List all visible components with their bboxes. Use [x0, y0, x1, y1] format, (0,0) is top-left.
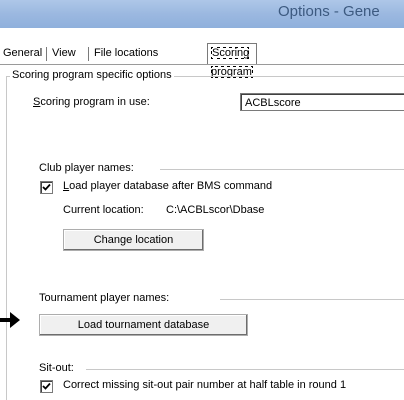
tab-baseline [0, 64, 404, 65]
change-location-button[interactable]: Change location [63, 229, 204, 251]
load-player-database-checkbox[interactable] [40, 181, 53, 194]
tournament-player-names-heading: Tournament player names: [39, 292, 170, 304]
sitout-heading: Sit-out: [39, 362, 74, 374]
scoring-program-field[interactable]: ACBLscore [240, 93, 404, 111]
window-title: Options - Gene [278, 3, 380, 20]
right-arrow-icon [0, 312, 20, 328]
tab-file-locations[interactable]: File locations [91, 45, 161, 63]
club-player-names-heading: Club player names: [39, 162, 134, 174]
tab-general[interactable]: General [0, 45, 45, 63]
load-tournament-database-button[interactable]: Load tournament database [39, 314, 248, 336]
load-player-database-label[interactable]: Load player database after BMS command [63, 180, 272, 192]
tab-scoring-program[interactable]: Scoring program [207, 43, 257, 78]
checkmark-icon [42, 382, 51, 390]
sitout-section-divider [86, 369, 404, 370]
current-location-label: Current location: [63, 204, 144, 216]
tab-view[interactable]: View [49, 45, 79, 63]
tab-separator [88, 47, 89, 61]
correct-sitout-checkbox[interactable] [40, 380, 53, 393]
scoring-options-group-label: Scoring program specific options [10, 69, 174, 81]
checkmark-icon [42, 183, 51, 191]
tab-scoring-program-label: Scoring program [211, 47, 253, 78]
scoring-program-label: Scoring program in use: [33, 96, 150, 108]
current-location-value: C:\ACBLscor\Dbase [166, 204, 265, 216]
tournament-section-divider [220, 299, 404, 300]
tab-separator [46, 47, 47, 61]
correct-sitout-label[interactable]: Correct missing sit-out pair number at h… [63, 379, 346, 391]
club-section-divider [160, 169, 404, 170]
title-bar: Options - Gene [0, 0, 404, 28]
